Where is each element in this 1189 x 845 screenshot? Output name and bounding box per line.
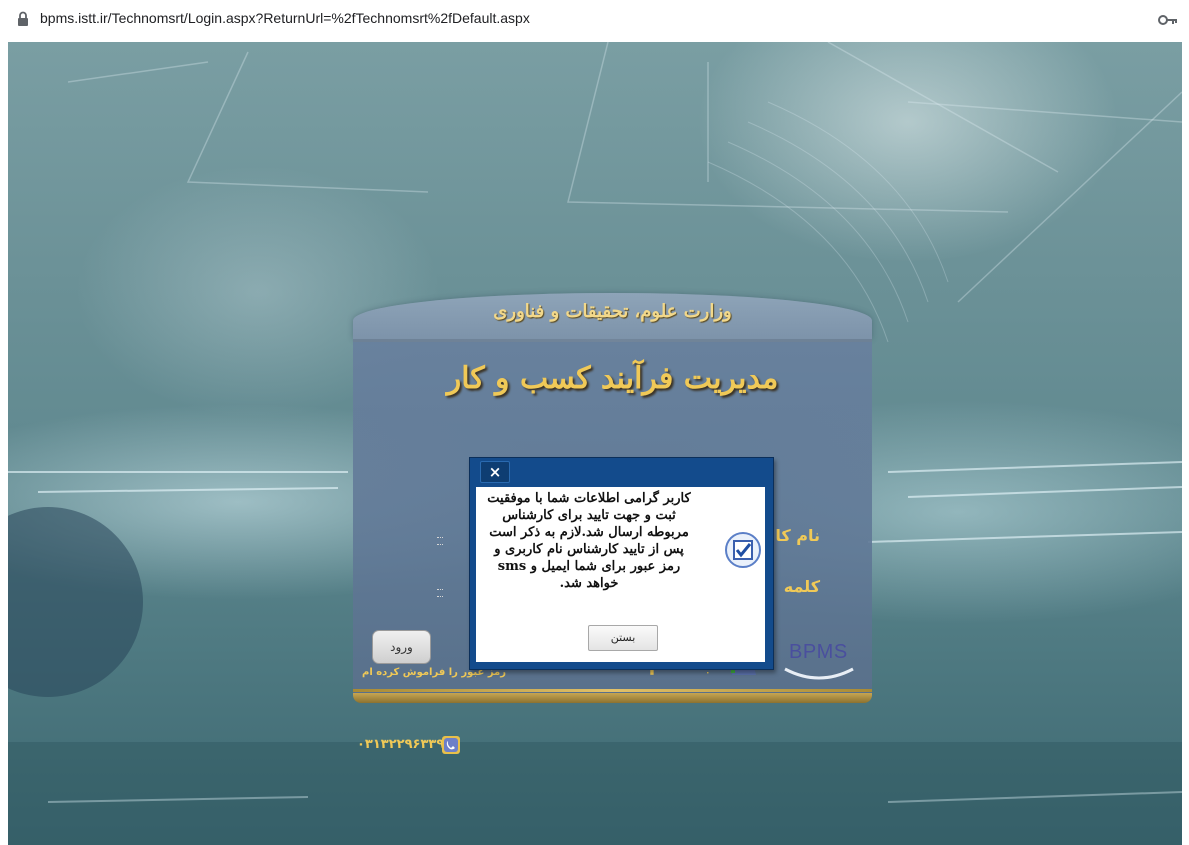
dialog-content: کاربر گرامی اطلاعات شما با موفقیت ثبت و … (476, 487, 765, 662)
dialog-ok-button[interactable]: بستن (588, 625, 658, 651)
username-label: نام کا (775, 526, 820, 545)
panel-header: وزارت علوم، تحقیقات و فناوری (353, 293, 872, 339)
panel-footer (353, 693, 872, 703)
login-button[interactable]: ورود (372, 630, 431, 664)
footer-divider (353, 689, 872, 692)
logo-swoosh-icon (784, 667, 854, 680)
username-field[interactable] (437, 537, 443, 545)
password-field[interactable] (437, 589, 443, 597)
dialog-message: کاربر گرامی اطلاعات شما با موفقیت ثبت و … (487, 491, 691, 591)
dialog-close-button[interactable]: × (480, 461, 510, 483)
phone-number: ۰۳۱۳۲۲۹۶۳۳۹ (357, 737, 445, 752)
bpms-logo: BPMS (789, 641, 848, 663)
ministry-title: وزارت علوم، تحقیقات و فناوری (493, 301, 732, 322)
phone-icon (442, 736, 460, 754)
key-icon[interactable] (1157, 12, 1179, 28)
url-text[interactable]: bpms.istt.ir/Technomsrt/Login.aspx?Retur… (40, 10, 530, 26)
message-dialog: × کاربر گرامی اطلاعات شما با موفقیت ثبت … (469, 457, 774, 670)
lock-icon (18, 11, 28, 26)
checkbox-check-icon (725, 532, 761, 568)
password-label: کلمه (783, 577, 820, 596)
page-title: مدیریت فرآیند کسب و کار (446, 361, 779, 396)
address-bar[interactable]: bpms.istt.ir/Technomsrt/Login.aspx?Retur… (0, 0, 1189, 40)
